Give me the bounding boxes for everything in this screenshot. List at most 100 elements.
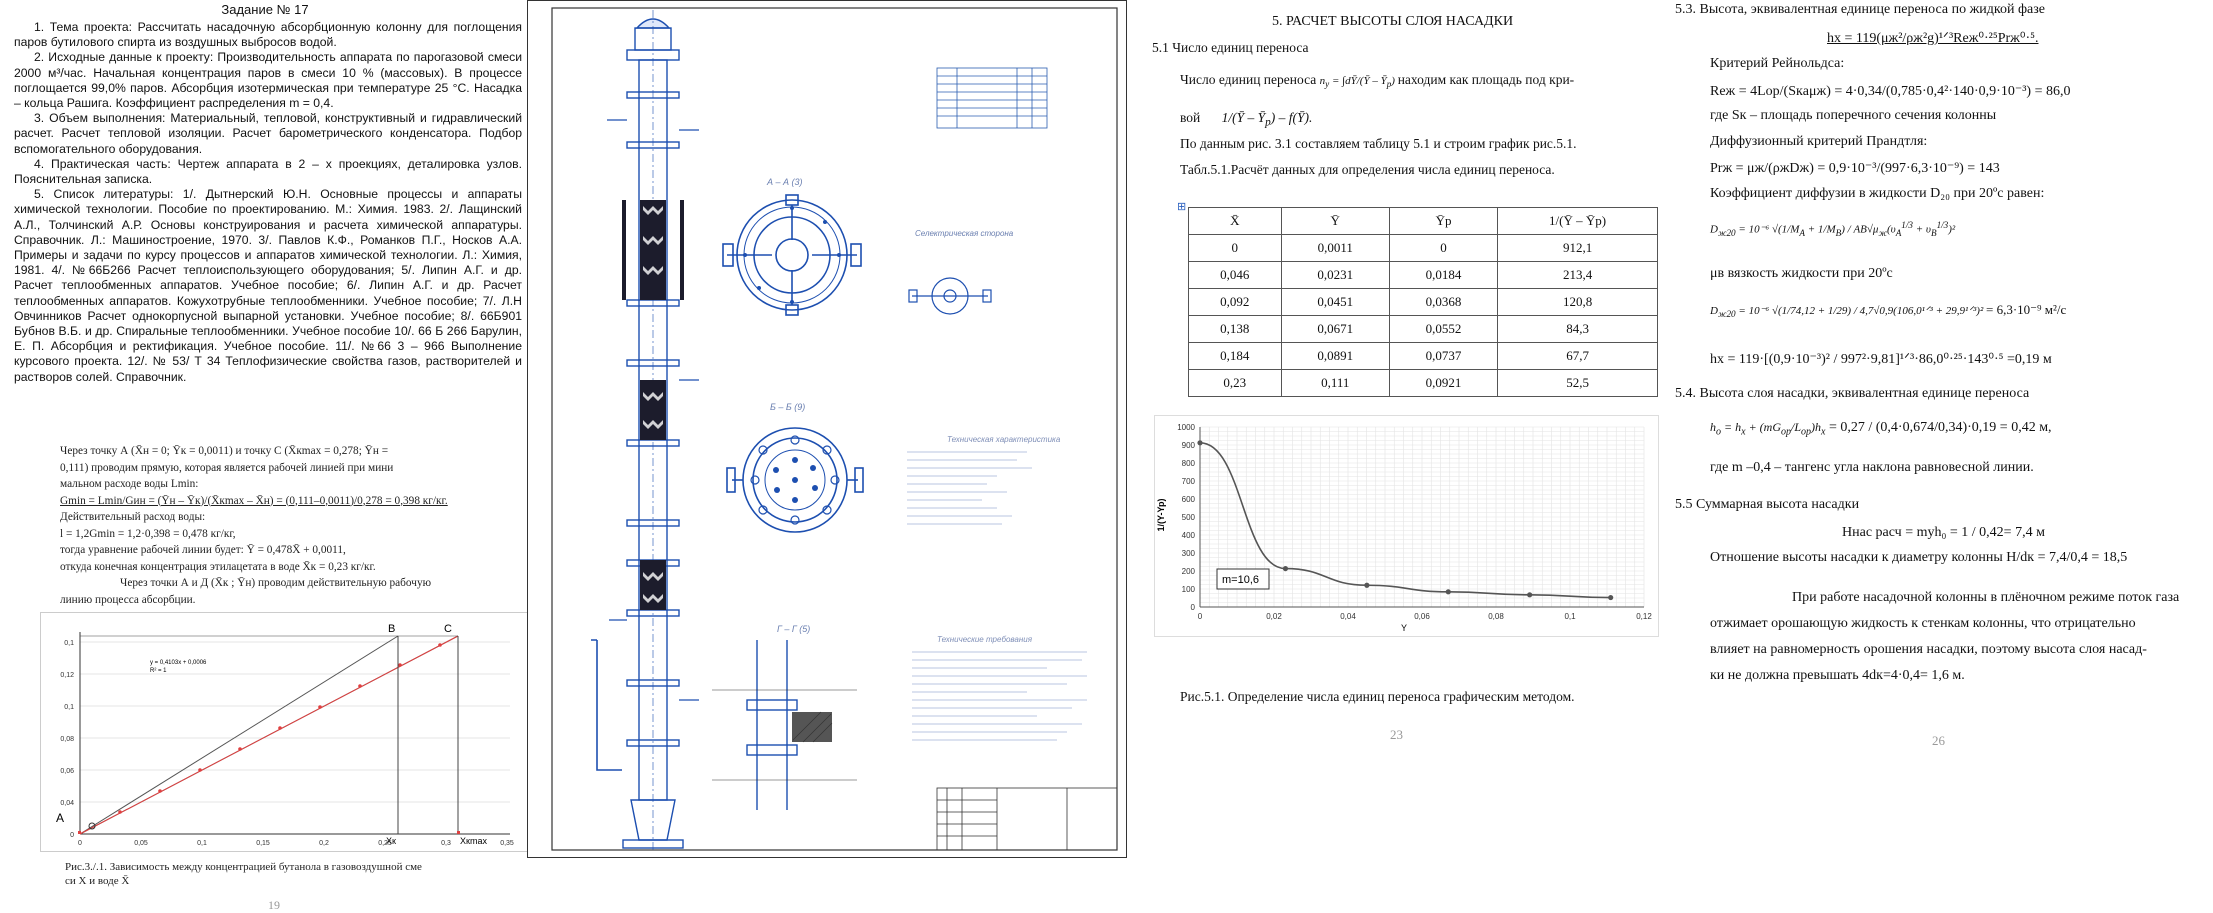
formula: Hнас расч = myh₀ = 1 / 0,42= 7,4 м <box>1842 525 2045 540</box>
x-tick-label: 0,06 <box>1414 612 1430 621</box>
caption-line: Рис.3./.1. Зависимость между концентраци… <box>65 861 422 873</box>
x-tick: 0,35 <box>500 840 514 847</box>
y-tick-label: 800 <box>1182 459 1196 468</box>
text-line: отжимает орошающую жидкость к стенкам ко… <box>1710 616 2136 631</box>
table-cell: 0,046 <box>1188 261 1282 289</box>
subsection-heading: 5.1 Число единиц переноса <box>1152 40 1309 55</box>
xk-label: Xк <box>386 836 396 846</box>
table-header-row: X̄ Ȳ Ȳр 1/(Ȳ – Ȳр) <box>1188 207 1658 235</box>
formula: hx = 119(μж²/ρж²g)¹ᐟ³Reж⁰·²⁵Prж⁰·⁵. <box>1827 31 2039 46</box>
y-axis-label: 1/(Y-Yp) <box>1156 498 1166 531</box>
xkmax-label: Xкmax <box>460 836 487 846</box>
point-a-label: A <box>56 811 64 825</box>
y-tick-label: 1000 <box>1177 423 1195 432</box>
tech-characteristics-title: Техническая характеристика <box>947 435 1061 444</box>
text-span: = 6,3·10⁻⁹ м²/с <box>1986 302 2067 317</box>
text-span: находим как площадь под кри- <box>1397 72 1575 87</box>
y-tick-label: 600 <box>1182 495 1196 504</box>
annotation-box: m=10,6 <box>1216 568 1270 590</box>
text-line: откуда конечная концентрация этилацетата… <box>60 560 376 573</box>
tech-requirements-title: Технические требования <box>937 635 1033 644</box>
data-point <box>1282 565 1289 572</box>
assignment-paragraph-3: 3. Объем выполнения: Материальный, тепло… <box>14 111 522 156</box>
curve-line: вой 1/(Ȳ – Ȳр) – f(Ȳ). <box>1180 110 1313 129</box>
trend-r2: R² = 1 <box>150 668 167 674</box>
point-b-label: B <box>388 623 395 635</box>
text-line: Gmin = Lmin/Gин = (Ȳн – Ȳк)/(X̄кmax – X̄… <box>60 494 448 507</box>
text-line: Через точку А (X̄н = 0; Ȳк = 0,0011) и т… <box>60 445 389 457</box>
data-point <box>1364 582 1370 588</box>
y-tick: 0,12 <box>60 672 74 679</box>
table-cell: 67,7 <box>1497 342 1658 370</box>
y-tick-label: 200 <box>1182 567 1196 576</box>
column-drawing: А – А (3) Селектрическая сторона Б – Б (… <box>527 0 1127 858</box>
x-tick-label: 0,04 <box>1340 612 1356 621</box>
text-span: вой <box>1180 110 1201 125</box>
text-line: μв вязкость жидкости при 20ºс <box>1710 266 1893 281</box>
text-line: Критерий Рейнольдса: <box>1710 56 1845 71</box>
working-line-text: Через точку А (X̄н = 0; Ȳк = 0,0011) и т… <box>60 443 520 608</box>
table-row: 0,184 0,0891 0,0737 67,7 <box>1188 342 1658 370</box>
subsection-heading: 5.4. Высота слоя насадки, эквивалентная … <box>1675 386 2030 401</box>
y-tick: 0,1 <box>64 704 74 711</box>
table-cell: 0,23 <box>1188 369 1282 397</box>
y-tick: 0,1 <box>64 640 74 647</box>
trend-equation: y = 0,4103x + 0,0006 <box>150 660 207 666</box>
assignment-paragraph-1: 1. Тема проекта: Рассчитать насадочную а… <box>14 20 522 50</box>
x-tick: 0,1 <box>197 840 207 847</box>
x-tick-label: 0,08 <box>1488 612 1504 621</box>
table-cell: 0,138 <box>1188 315 1282 343</box>
table-cell: 0,0891 <box>1280 342 1390 370</box>
table-anchor-icon: ⊞ <box>1177 201 1187 213</box>
x-tick: 0,2 <box>319 840 329 847</box>
assignment-paragraph-2: 2. Исходные данные к проекту: Производит… <box>14 50 522 111</box>
text-line: Коэффициент диффузии в жидкости D₂₀ при … <box>1710 186 2045 201</box>
table-cell: 84,3 <box>1497 315 1658 343</box>
table-row: 0,138 0,0671 0,0552 84,3 <box>1188 315 1658 343</box>
assignment-text: 1. Тема проекта: Рассчитать насадочную а… <box>14 20 522 385</box>
y-tick-label: 300 <box>1182 549 1196 558</box>
view-g-label: Г – Г (5) <box>777 624 810 634</box>
page-26: 5.3. Высота, эквивалентная единице перен… <box>1672 0 2213 911</box>
height-formula: ho = hx + (mGор/Lор)hx = 0,27 / (0,4·0,6… <box>1710 420 2052 438</box>
y-tick-label: 700 <box>1182 477 1196 486</box>
table-cell: 0,184 <box>1188 342 1282 370</box>
ntu-chart: 0 100 200 300 400 500 600 700 800 900 1000 0 0,02 0,0… <box>1154 415 1659 637</box>
caption-line: си X и воде X̄ <box>65 875 130 887</box>
column-header: Ȳ <box>1280 207 1390 235</box>
formula: Prж = μж/(ρжDж) = 0,9·10⁻³/(997·6,3·10⁻⁹… <box>1710 161 2000 176</box>
assignment-paragraph-4: 4. Практическая часть: Чертеж аппарата в… <box>14 156 522 187</box>
data-point <box>1197 440 1203 446</box>
table-caption: Табл.5.1.Расчёт данных для определения ч… <box>1180 162 1555 177</box>
equilibrium-graph: 0,1 0,12 0,1 0,08 0,06 0,04 0 0 0,05 0,1… <box>40 612 530 852</box>
data-point <box>1445 589 1451 595</box>
table-row: 0,23 0,111 0,0921 52,5 <box>1188 369 1658 397</box>
y-tick-label: 400 <box>1182 531 1196 540</box>
ntu-line: Число единиц переноса ny = ∫dȲ/(Ȳ – Ȳр) … <box>1180 72 1575 90</box>
table-cell: 120,8 <box>1497 288 1658 316</box>
diffusion-value: Dж20 = 10⁻⁶ √(1/74,12 + 1/29) / 4,7√0,9(… <box>1710 302 2067 320</box>
diffusion-formula: Dж20 = 10⁻⁶ √(1/MA + 1/MB) / AB√μж(υA1/3… <box>1710 220 1956 238</box>
table-cell: 52,5 <box>1497 369 1658 397</box>
text-span: Число единиц переноса <box>1180 72 1317 87</box>
table-cell: 0,0231 <box>1280 261 1390 289</box>
ntu-table: X̄ Ȳ Ȳр 1/(Ȳ – Ȳр) 0 0,0011 0 912,1 0,046 0,… <box>1188 207 1658 397</box>
table-cell: 912,1 <box>1497 234 1658 262</box>
table-cell: 213,4 <box>1497 261 1658 289</box>
column-header: 1/(Ȳ – Ȳр) <box>1497 207 1658 235</box>
table-cell: 0 <box>1388 234 1499 262</box>
text-line: влияет на равномерность орошения насадки… <box>1710 642 2147 657</box>
text-line: Диффузионный критерий Прандтля: <box>1710 134 1928 149</box>
table-cell: 0,0184 <box>1388 261 1499 289</box>
text-line: l = 1,2Gmin = 1,2·0,398 = 0,478 кг/кг, <box>60 527 236 540</box>
table-cell: 0,0737 <box>1388 342 1499 370</box>
page-23: 5. РАСЧЕТ ВЫСОТЫ СЛОЯ НАСАДКИ 5.1 Число … <box>1132 0 1672 911</box>
column-header: Ȳр <box>1388 207 1499 235</box>
table-cell: 0,0011 <box>1280 234 1390 262</box>
x-tick: 0,15 <box>256 840 270 847</box>
section-heading: 5. РАСЧЕТ ВЫСОТЫ СЛОЯ НАСАДКИ <box>1272 14 1514 29</box>
table-row: 0,046 0,0231 0,0184 213,4 <box>1188 261 1658 289</box>
assignment-title: Задание № 17 <box>221 2 309 17</box>
assignment-page: Задание № 17 1. Тема проекта: Рассчитать… <box>0 0 530 912</box>
data-point <box>1527 592 1533 598</box>
